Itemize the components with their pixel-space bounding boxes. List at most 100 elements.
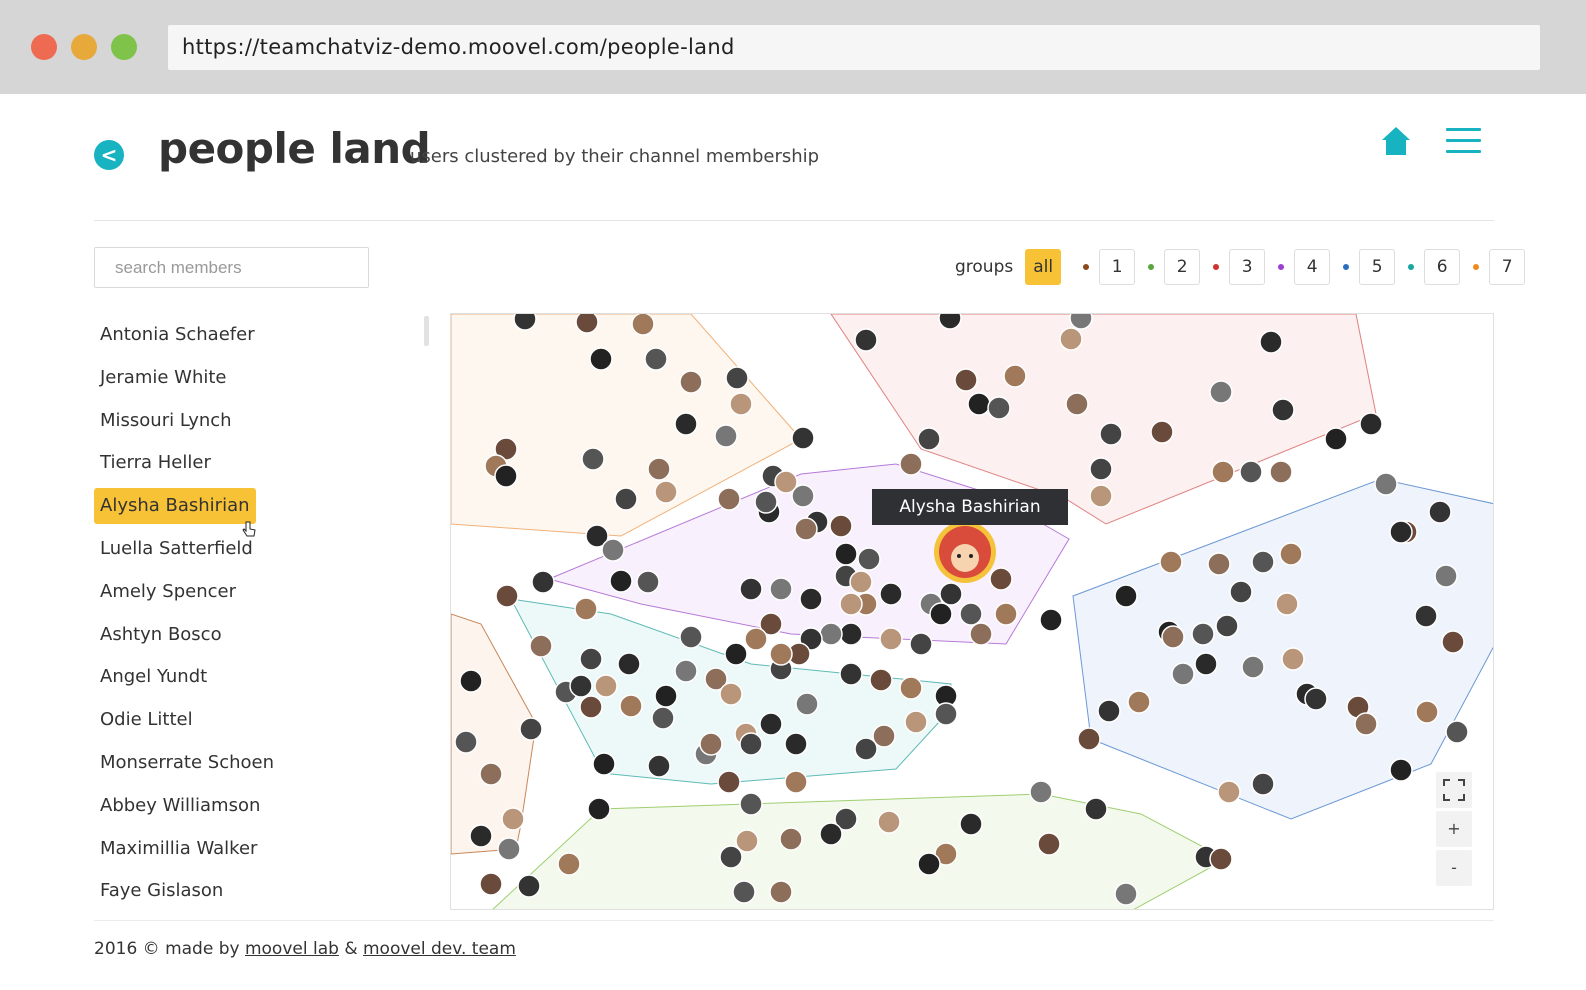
member-avatar[interactable] xyxy=(779,827,803,851)
group-button[interactable]: 2 xyxy=(1164,249,1201,285)
close-window-button[interactable] xyxy=(31,34,57,60)
member-avatar[interactable] xyxy=(495,584,519,608)
member-avatar[interactable] xyxy=(1441,630,1465,654)
member-avatar[interactable] xyxy=(501,807,525,831)
member-avatar[interactable] xyxy=(834,542,858,566)
member-avatar[interactable] xyxy=(717,770,741,794)
member-avatar[interactable] xyxy=(614,487,638,511)
member-avatar[interactable] xyxy=(939,582,963,606)
member-avatar[interactable] xyxy=(699,732,723,756)
member-avatar[interactable] xyxy=(1065,392,1089,416)
home-icon[interactable] xyxy=(1381,126,1411,156)
member-avatar[interactable] xyxy=(854,737,878,761)
member-avatar[interactable] xyxy=(1089,457,1113,481)
member-avatar[interactable] xyxy=(994,602,1018,626)
member-avatar[interactable] xyxy=(1099,422,1123,446)
member-list-item[interactable]: Alysha Bashirian xyxy=(94,488,256,525)
member-avatar[interactable] xyxy=(729,392,753,416)
member-avatar[interactable] xyxy=(929,602,953,626)
member-avatar[interactable] xyxy=(899,452,923,476)
moovel-dev-team-link[interactable]: moovel dev. team xyxy=(363,939,516,959)
member-avatar[interactable] xyxy=(969,622,993,646)
member-avatar[interactable] xyxy=(594,674,618,698)
member-avatar[interactable] xyxy=(954,368,978,392)
member-avatar[interactable] xyxy=(1269,460,1293,484)
group-5[interactable]: 5 xyxy=(1343,249,1396,285)
member-avatar[interactable] xyxy=(654,684,678,708)
member-avatar[interactable] xyxy=(959,812,983,836)
member-avatar[interactable] xyxy=(839,622,863,646)
member-avatar[interactable] xyxy=(674,412,698,436)
member-avatar[interactable] xyxy=(581,447,605,471)
member-avatar[interactable] xyxy=(601,538,625,562)
member-avatar[interactable] xyxy=(769,577,793,601)
member-avatar[interactable] xyxy=(619,694,643,718)
member-avatar[interactable] xyxy=(724,642,748,666)
member-avatar[interactable] xyxy=(517,874,541,898)
member-list-item[interactable]: Amely Spencer xyxy=(94,574,242,610)
member-avatar[interactable] xyxy=(819,822,843,846)
member-avatar[interactable] xyxy=(739,732,763,756)
member-avatar[interactable] xyxy=(644,347,668,371)
member-list-item[interactable]: Missouri Lynch xyxy=(94,403,238,439)
group-6[interactable]: 6 xyxy=(1408,249,1461,285)
member-list-scrollbar[interactable] xyxy=(424,316,429,346)
member-avatar[interactable] xyxy=(1281,647,1305,671)
member-avatar[interactable] xyxy=(1304,687,1328,711)
search-members-input[interactable] xyxy=(94,247,369,288)
member-avatar[interactable] xyxy=(784,732,808,756)
member-avatar[interactable] xyxy=(857,547,881,571)
member-avatar[interactable] xyxy=(1084,797,1108,821)
member-avatar[interactable] xyxy=(725,366,749,390)
member-avatar[interactable] xyxy=(479,872,503,896)
member-avatar[interactable] xyxy=(719,682,743,706)
member-avatar[interactable] xyxy=(1209,847,1233,871)
member-avatar[interactable] xyxy=(1251,772,1275,796)
member-avatar[interactable] xyxy=(497,837,521,861)
group-4[interactable]: 4 xyxy=(1278,249,1331,285)
member-avatar[interactable] xyxy=(1414,604,1438,628)
member-avatar[interactable] xyxy=(459,669,483,693)
member-avatar[interactable] xyxy=(1428,500,1452,524)
member-avatar[interactable] xyxy=(679,370,703,394)
member-avatar[interactable] xyxy=(879,627,903,651)
member-avatar[interactable] xyxy=(849,570,873,594)
member-avatar[interactable] xyxy=(531,570,555,594)
member-avatar[interactable] xyxy=(934,702,958,726)
member-avatar[interactable] xyxy=(854,328,878,352)
member-avatar[interactable] xyxy=(609,569,633,593)
member-avatar[interactable] xyxy=(1039,608,1063,632)
member-avatar[interactable] xyxy=(1217,780,1241,804)
zoom-in-button[interactable]: + xyxy=(1436,811,1472,847)
member-avatar[interactable] xyxy=(1059,327,1083,351)
member-avatar[interactable] xyxy=(651,706,675,730)
member-avatar[interactable] xyxy=(1229,580,1253,604)
member-avatar[interactable] xyxy=(1359,412,1383,436)
member-avatar[interactable] xyxy=(674,659,698,683)
member-avatar[interactable] xyxy=(938,314,962,330)
group-button[interactable]: 6 xyxy=(1424,249,1461,285)
member-avatar[interactable] xyxy=(1207,552,1231,576)
member-avatar[interactable] xyxy=(784,770,808,794)
member-avatar[interactable] xyxy=(579,647,603,671)
member-avatar[interactable] xyxy=(754,490,778,514)
member-avatar[interactable] xyxy=(1251,550,1275,574)
member-avatar[interactable] xyxy=(791,426,815,450)
member-avatar[interactable] xyxy=(1003,364,1027,388)
member-avatar[interactable] xyxy=(1241,655,1265,679)
member-avatar[interactable] xyxy=(617,652,641,676)
member-avatar[interactable] xyxy=(739,792,763,816)
member-avatar[interactable] xyxy=(917,852,941,876)
member-avatar[interactable] xyxy=(1089,484,1113,508)
member-avatar[interactable] xyxy=(1077,727,1101,751)
member-avatar[interactable] xyxy=(1271,398,1295,422)
member-avatar[interactable] xyxy=(829,514,853,538)
member-avatar[interactable] xyxy=(959,602,983,626)
hamburger-menu-icon[interactable] xyxy=(1446,128,1481,156)
member-avatar[interactable] xyxy=(1069,314,1093,330)
member-avatar[interactable] xyxy=(494,464,518,488)
member-avatar[interactable] xyxy=(1191,622,1215,646)
member-avatar[interactable] xyxy=(469,824,493,848)
member-avatar[interactable] xyxy=(1239,460,1263,484)
member-list-item[interactable]: Abbey Williamson xyxy=(94,788,266,824)
